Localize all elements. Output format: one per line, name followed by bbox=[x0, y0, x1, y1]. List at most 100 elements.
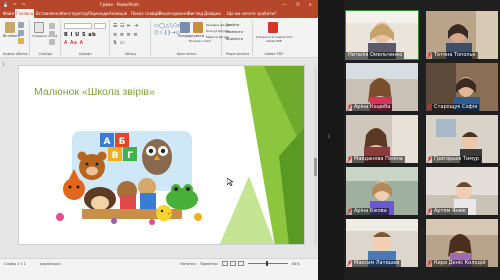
slide[interactable]: Малюнок «Школа звірів» А Б В Г bbox=[18, 65, 305, 245]
participant-tile[interactable]: Аріна Коцюба bbox=[346, 63, 418, 111]
quick-styles-label[interactable]: Експрес-стилі bbox=[189, 39, 211, 43]
font-color-buttons[interactable]: A Aa A bbox=[64, 40, 84, 46]
zoom-level[interactable]: 64% bbox=[292, 262, 300, 266]
participant-name: Артем Янюк bbox=[432, 208, 468, 215]
window-controls[interactable]: — ❐ ✕ bbox=[283, 0, 316, 9]
slide-editing-area: Малюнок «Школа звірів» А Б В Г bbox=[11, 58, 318, 258]
layout-icon[interactable] bbox=[49, 23, 55, 29]
group-clipboard: Вставити Буфер обміну bbox=[2, 20, 30, 56]
participant-name: Аріна Коцюба bbox=[352, 104, 393, 111]
participant-tile[interactable]: Тетяна Топольк bbox=[426, 11, 498, 59]
tab-file[interactable]: Файл bbox=[2, 9, 15, 18]
participant-name: Аріна Бікова bbox=[352, 208, 389, 215]
zoom-slider[interactable] bbox=[248, 263, 288, 264]
slide-thumbnails-panel[interactable]: 1 bbox=[0, 58, 11, 258]
normal-view-button[interactable] bbox=[222, 261, 228, 266]
create-pdf-label[interactable]: Створити й поділитися Adobe PDF bbox=[255, 35, 293, 43]
font-size-box[interactable] bbox=[94, 23, 106, 29]
group-adobe-pdf: Створити й поділитися Adobe PDF Adobe PD… bbox=[254, 20, 294, 56]
participant-name: Старощук Софія bbox=[432, 104, 480, 111]
arrange-icon[interactable] bbox=[180, 22, 190, 33]
tab-animations[interactable]: Анімація bbox=[108, 9, 128, 18]
participant-name: Тетяна Топольк bbox=[432, 52, 478, 59]
tab-slideshow[interactable]: Показ слайдів bbox=[130, 9, 162, 18]
window-title: Грамо - PowerPoint bbox=[100, 2, 139, 7]
svg-text:В: В bbox=[112, 151, 119, 161]
participant-tile[interactable]: Артем Янюк bbox=[426, 167, 498, 215]
group-label: Слайди bbox=[38, 52, 53, 56]
align-buttons[interactable]: ≡ ≡ ≡ ≡ bbox=[113, 32, 138, 38]
group-label: Шрифт bbox=[78, 52, 93, 56]
status-bar: Слайд 1 з 1 українська Нотатки Примітки … bbox=[0, 258, 318, 280]
tab-insert[interactable]: Вставлення bbox=[35, 9, 62, 18]
ribbon: Вставити Буфер обміну Створити слайд Сла… bbox=[0, 18, 318, 58]
paste-icon[interactable] bbox=[5, 22, 15, 33]
slide-count-status: Слайд 1 з 1 bbox=[4, 262, 26, 266]
section-icon[interactable] bbox=[49, 39, 55, 45]
tab-design[interactable]: Конструктор bbox=[60, 9, 89, 18]
shapes-gallery[interactable]: ▭◯△╲⬠▷ bbox=[154, 23, 182, 29]
font-name-box[interactable] bbox=[64, 23, 92, 29]
vertical-scrollbar-thumb[interactable] bbox=[314, 158, 317, 176]
participant-tile[interactable]: Старощук Софія bbox=[426, 63, 498, 111]
participant-name: Наталія Омельченко bbox=[346, 52, 405, 59]
participant-gallery: Наталія Омельченко Тетяна Топольк Аріна … bbox=[344, 0, 500, 280]
shapes-gallery-row2[interactable]: ⬡☆{}→◇ bbox=[154, 30, 180, 36]
title-bar: 💾 ↶ ↷ Грамо - PowerPoint — ❐ ✕ bbox=[0, 0, 318, 9]
participant-tile[interactable]: Наталія Омельченко bbox=[345, 10, 419, 60]
group-font: B I U S ab A Aa A Шрифт bbox=[62, 20, 110, 56]
list-buttons[interactable]: ☰ ☷ ⇤ ⇥ bbox=[113, 23, 139, 29]
slide-sorter-button[interactable] bbox=[230, 261, 236, 266]
tab-home[interactable]: Головна bbox=[15, 9, 35, 18]
group-drawing: ▭◯△╲⬠▷ ⬡☆{}→◇ Упорядкувати Експрес-стилі… bbox=[152, 20, 231, 56]
tab-help[interactable]: Довідка bbox=[203, 9, 222, 18]
tell-me-search[interactable]: Що ви хочете зробити? bbox=[226, 9, 277, 18]
more-icon[interactable]: ⁞ bbox=[328, 133, 331, 140]
tab-review[interactable]: Рецензування bbox=[158, 9, 190, 18]
group-label: Редагування bbox=[225, 52, 250, 56]
participant-name: Майданова Поліна bbox=[352, 156, 405, 163]
participant-tile[interactable]: Майданова Поліна bbox=[346, 115, 418, 163]
text-direction-buttons[interactable]: ⇅ ▭ bbox=[113, 40, 125, 46]
language-status[interactable]: українська bbox=[40, 262, 61, 266]
font-format-buttons[interactable]: B I U S ab bbox=[64, 32, 96, 38]
slide-title[interactable]: Малюнок «Школа звірів» bbox=[34, 86, 155, 98]
zoom-slider-handle[interactable] bbox=[266, 261, 268, 266]
group-paragraph: ☰ ☷ ⇤ ⇥ ≡ ≡ ≡ ≡ ⇅ ▭ Абзац bbox=[111, 20, 151, 56]
group-label: Креслення bbox=[176, 52, 197, 56]
tab-view[interactable]: Вигляд bbox=[187, 9, 204, 18]
quick-styles-icon[interactable] bbox=[193, 22, 203, 33]
participant-name: Максим Латишев bbox=[352, 260, 402, 267]
participant-name: Григорьев Тимур bbox=[432, 156, 482, 163]
quick-access-toolbar[interactable]: 💾 ↶ ↷ bbox=[3, 0, 27, 9]
participant-tile[interactable]: Максим Латишев bbox=[346, 219, 418, 267]
mouse-cursor-icon bbox=[227, 178, 233, 186]
split-divider[interactable]: ⁞ bbox=[318, 0, 344, 280]
participant-tile[interactable]: Кира Деніс Колодій bbox=[426, 219, 498, 267]
replace-button[interactable]: Замінити bbox=[226, 30, 243, 34]
format-painter-icon[interactable] bbox=[18, 38, 24, 44]
select-button[interactable]: Виділити bbox=[226, 37, 243, 41]
new-slide-icon[interactable] bbox=[34, 22, 44, 33]
tab-transitions[interactable]: Переходи bbox=[87, 9, 110, 18]
vertical-scrollbar[interactable] bbox=[314, 66, 317, 246]
copy-icon[interactable] bbox=[18, 30, 24, 36]
reading-view-button[interactable] bbox=[238, 261, 244, 266]
comments-button[interactable]: Примітки bbox=[200, 262, 218, 266]
arrange-label[interactable]: Упорядкувати bbox=[178, 34, 204, 38]
slide-number: 1 bbox=[2, 62, 5, 67]
group-slides: Створити слайд Слайди bbox=[31, 20, 61, 56]
ribbon-tabs: Файл Головна Вставлення Конструктор Пере… bbox=[0, 9, 318, 18]
notes-button[interactable]: Нотатки bbox=[180, 262, 196, 266]
find-button[interactable]: Знайти bbox=[226, 23, 239, 27]
screen: 💾 ↶ ↷ Грамо - PowerPoint — ❐ ✕ Файл Голо… bbox=[0, 0, 500, 280]
svg-text:Г: Г bbox=[127, 151, 133, 161]
adobe-pdf-icon[interactable] bbox=[268, 22, 278, 33]
svg-text:А: А bbox=[104, 137, 111, 147]
participant-tile[interactable]: Григорьев Тимур bbox=[426, 115, 498, 163]
group-label: Adobe PDF bbox=[264, 52, 284, 56]
reset-icon[interactable] bbox=[49, 31, 55, 37]
participant-tile[interactable]: Аріна Бікова bbox=[346, 167, 418, 215]
school-of-animals-illustration[interactable]: А Б В Г bbox=[52, 129, 207, 227]
cut-icon[interactable] bbox=[18, 22, 24, 28]
